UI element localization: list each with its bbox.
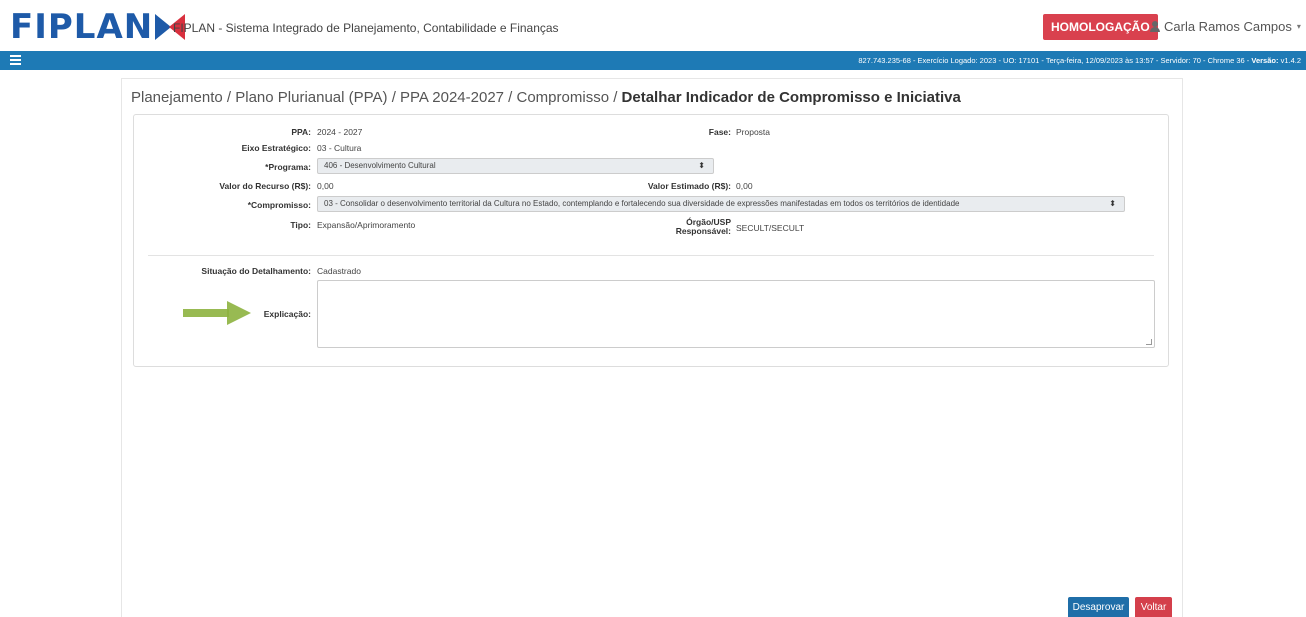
user-name: Carla Ramos Campos bbox=[1164, 19, 1292, 34]
section-divider bbox=[148, 255, 1154, 256]
ppa-value: 2024 - 2027 bbox=[317, 127, 363, 137]
eixo-label: Eixo Estratégico: bbox=[241, 143, 311, 153]
fiplan-logo[interactable]: FIPLAN bbox=[10, 7, 186, 47]
valor-estimado-value: 0,00 bbox=[736, 181, 753, 191]
app-header: FIPLAN FIPLAN - Sistema Integrado de Pla… bbox=[0, 0, 1306, 51]
fase-value: Proposta bbox=[736, 127, 771, 137]
compromisso-select[interactable]: 03 - Consolidar o desenvolvimento territ… bbox=[317, 196, 1125, 212]
programa-selected-value: 406 - Desenvolvimento Cultural bbox=[324, 161, 436, 170]
select-arrows-icon: ⬍ bbox=[1109, 199, 1116, 208]
explicacao-label: Explicação: bbox=[263, 309, 311, 319]
voltar-button[interactable]: Voltar bbox=[1135, 597, 1172, 617]
valor-recurso-label: Valor do Recurso (R$): bbox=[219, 181, 311, 191]
select-arrows-icon: ⬍ bbox=[698, 161, 705, 170]
user-menu[interactable]: Carla Ramos Campos ▾ bbox=[1150, 19, 1301, 34]
page-title: Detalhar Indicador de Compromisso e Inic… bbox=[621, 89, 961, 106]
session-info: 827.743.235-68 - Exercício Logado: 2023 … bbox=[858, 56, 1301, 65]
version-value: v1.4.2 bbox=[1280, 56, 1301, 65]
situacao-value: Cadastrado bbox=[317, 266, 361, 276]
hamburger-menu-icon[interactable] bbox=[10, 55, 21, 65]
breadcrumb-path: Planejamento / Plano Plurianual (PPA) / … bbox=[131, 89, 622, 106]
orgao-label: Órgão/USP Responsável: bbox=[676, 218, 731, 236]
breadcrumb: Planejamento / Plano Plurianual (PPA) / … bbox=[131, 89, 961, 106]
orgao-label-line2: Responsável: bbox=[675, 226, 731, 236]
status-bar: 827.743.235-68 - Exercício Logado: 2023 … bbox=[0, 51, 1306, 70]
valor-recurso-value: 0,00 bbox=[317, 181, 334, 191]
fase-label: Fase: bbox=[708, 127, 731, 137]
ppa-label: PPA: bbox=[291, 127, 311, 137]
logo-text: FIPLAN bbox=[10, 7, 154, 47]
session-info-text: 827.743.235-68 - Exercício Logado: 2023 … bbox=[858, 56, 1252, 65]
caret-down-icon: ▾ bbox=[1296, 22, 1301, 31]
eixo-value: 03 - Cultura bbox=[317, 143, 362, 153]
programa-select[interactable]: 406 - Desenvolvimento Cultural ⬍ bbox=[317, 158, 714, 174]
resize-handle-icon[interactable] bbox=[1146, 339, 1152, 345]
orgao-value: SECULT/SECULT bbox=[736, 223, 805, 233]
desaprovar-button[interactable]: Desaprovar bbox=[1068, 597, 1129, 617]
tipo-value: Expansão/Aprimoramento bbox=[317, 220, 416, 230]
tipo-label: Tipo: bbox=[290, 220, 311, 230]
annotation-arrow-icon bbox=[183, 301, 253, 325]
compromisso-label: *Compromisso: bbox=[247, 200, 311, 210]
compromisso-selected-value: 03 - Consolidar o desenvolvimento territ… bbox=[324, 199, 960, 208]
explicacao-textarea[interactable] bbox=[317, 280, 1155, 348]
app-title: FIPLAN - Sistema Integrado de Planejamen… bbox=[173, 21, 559, 35]
situacao-label: Situação do Detalhamento: bbox=[201, 266, 311, 276]
version-label: Versão: bbox=[1251, 56, 1279, 65]
environment-badge: HOMOLOGAÇÃO bbox=[1043, 14, 1158, 40]
user-icon bbox=[1150, 21, 1160, 32]
programa-label: *Programa: bbox=[265, 162, 311, 172]
valor-estimado-label: Valor Estimado (R$): bbox=[647, 181, 731, 191]
